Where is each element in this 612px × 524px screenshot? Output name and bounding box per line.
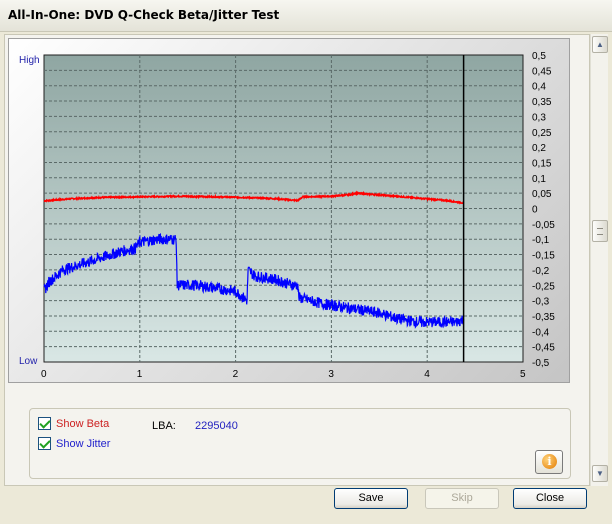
- beta-jitter-chart: 0,5 0,45 0,4 0,35 0,3 0,25 0,2 0,15 0,1 0,05 0 -0,0…: [8, 38, 570, 383]
- scroll-down-icon[interactable]: ▼: [592, 465, 608, 482]
- show-beta-label[interactable]: Show Beta: [56, 418, 109, 430]
- x-tick-label: 1: [137, 369, 143, 380]
- y-tick-label: 0,1: [532, 174, 546, 185]
- y-tick-label: 0,3: [532, 112, 546, 123]
- info-icon: i: [542, 454, 557, 469]
- axis-high-label: High: [19, 55, 40, 66]
- show-beta-checkbox[interactable]: [38, 417, 51, 430]
- y-tick-label: 0,45: [532, 66, 552, 77]
- y-tick-label: 0,05: [532, 189, 552, 200]
- lba-label: LBA:: [152, 420, 176, 432]
- skip-button[interactable]: Skip: [425, 488, 499, 509]
- y-tick-label: -0,05: [532, 220, 555, 231]
- show-jitter-label[interactable]: Show Jitter: [56, 438, 110, 450]
- y-tick-label: 0,35: [532, 97, 552, 108]
- vertical-scrollbar[interactable]: ▲ ▼: [590, 34, 608, 486]
- y-tick-label: -0,35: [532, 312, 555, 323]
- lba-value: 2295040: [195, 420, 238, 432]
- axis-low-label: Low: [19, 356, 38, 367]
- y-tick-label: 0,25: [532, 128, 552, 139]
- y-tick-label: -0,5: [532, 358, 550, 369]
- y-tick-label: 0,2: [532, 143, 546, 154]
- y-tick-label: -0,4: [532, 327, 550, 338]
- y-tick-label: -0,45: [532, 343, 555, 354]
- y-tick-label: -0,25: [532, 281, 555, 292]
- y-tick-label: 0,15: [532, 158, 552, 169]
- x-tick-label: 0: [41, 369, 47, 380]
- x-tick-label: 2: [233, 369, 239, 380]
- y-tick-label: -0,15: [532, 251, 555, 262]
- window-title: All-In-One: DVD Q-Check Beta/Jitter Test: [8, 8, 280, 22]
- scrollbar-thumb[interactable]: [592, 220, 608, 242]
- chart-svg: 0,5 0,45 0,4 0,35 0,3 0,25 0,2 0,15 0,1 0,05 0 -0,0…: [19, 51, 555, 380]
- x-tick-label: 4: [424, 369, 430, 380]
- y-tick-label: 0,4: [532, 82, 546, 93]
- info-button[interactable]: i: [535, 450, 563, 474]
- scroll-up-icon[interactable]: ▲: [592, 36, 608, 53]
- x-tick-label: 5: [520, 369, 526, 380]
- y-tick-label: 0: [532, 205, 538, 216]
- title-bar[interactable]: All-In-One: DVD Q-Check Beta/Jitter Test: [0, 0, 612, 32]
- y-tick-label: 0,5: [532, 51, 546, 62]
- close-button[interactable]: Close: [513, 488, 587, 509]
- y-tick-label: -0,1: [532, 235, 550, 246]
- y-tick-label: -0,2: [532, 266, 550, 277]
- x-tick-label: 3: [328, 369, 334, 380]
- y-tick-label: -0,3: [532, 297, 550, 308]
- show-jitter-checkbox[interactable]: [38, 437, 51, 450]
- save-button[interactable]: Save: [334, 488, 408, 509]
